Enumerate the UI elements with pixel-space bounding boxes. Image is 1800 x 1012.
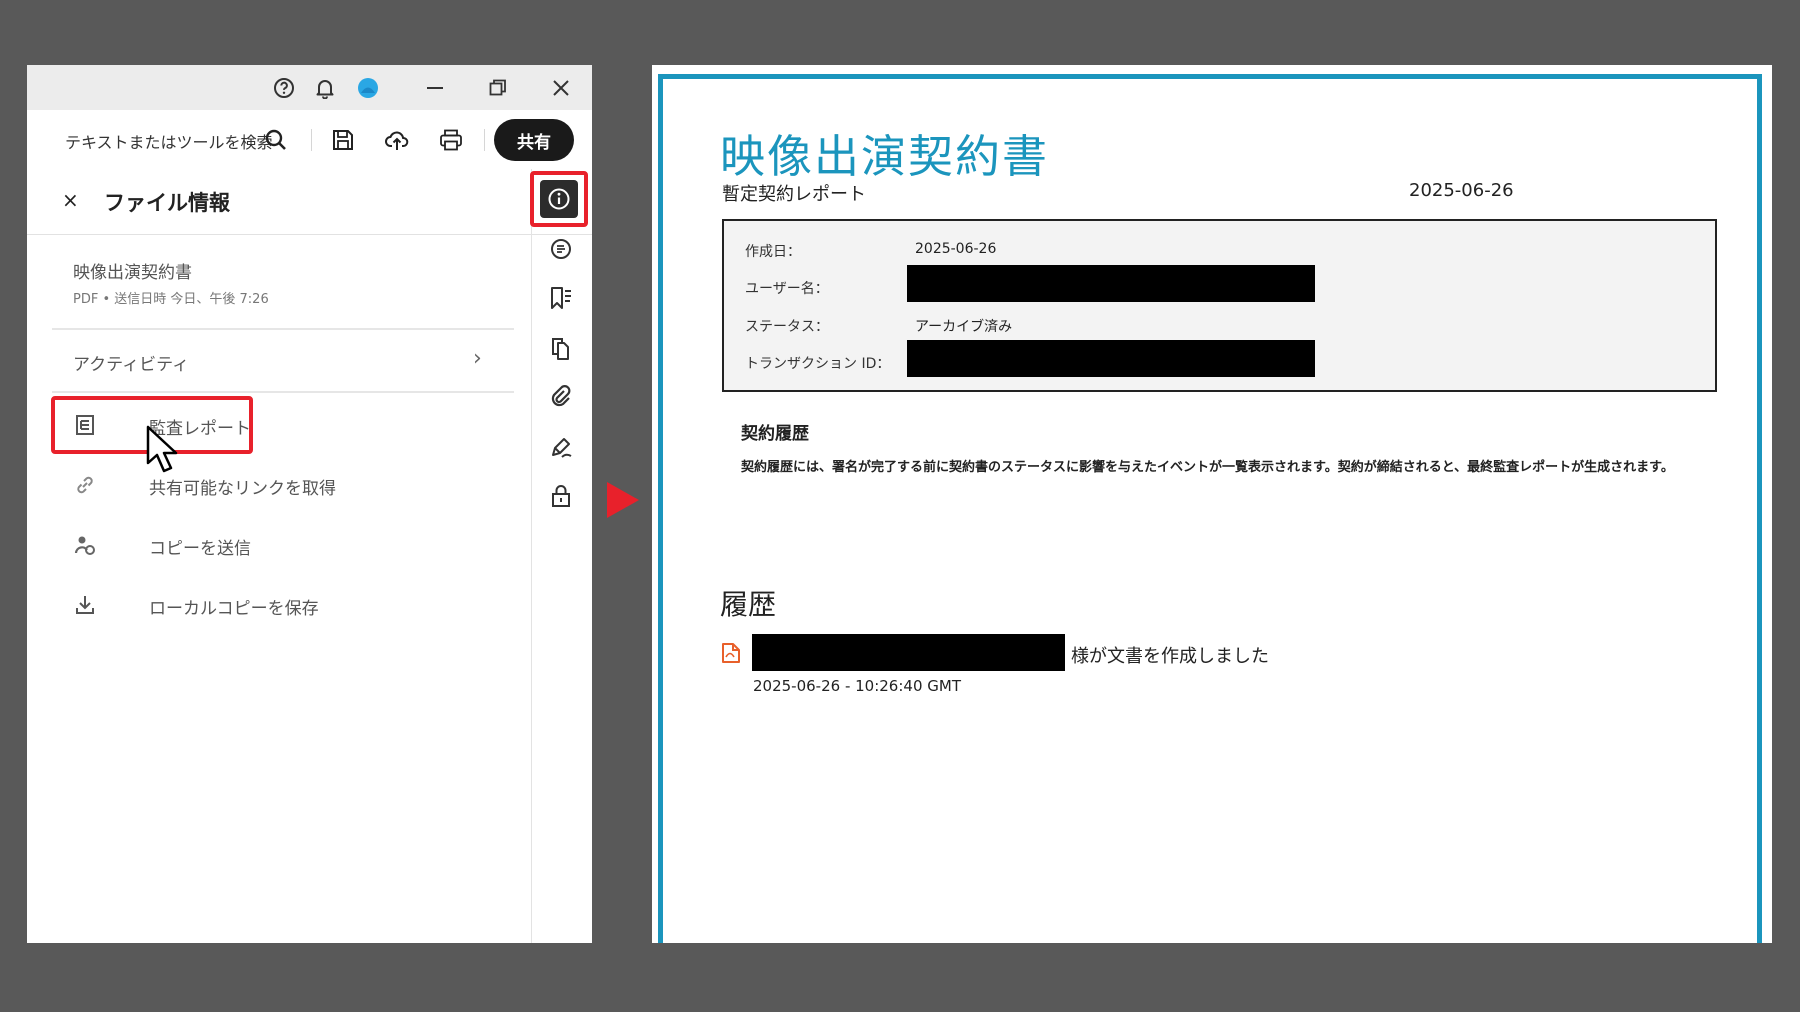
close-panel-button[interactable]: ×: [62, 188, 79, 212]
bell-icon[interactable]: [314, 77, 336, 99]
menu-item-label: コピーを送信: [149, 539, 251, 559]
document-subtitle: 暫定契約レポート: [722, 184, 866, 205]
audit-report-document: 映像出演契約書 暫定契約レポート 2025-06-26 作成日： 2025-06…: [652, 65, 1772, 943]
activity-row[interactable]: アクティビティ: [73, 350, 189, 375]
created-value: 2025-06-26: [915, 241, 997, 257]
download-icon: [76, 596, 94, 614]
contract-history-heading: 契約履歴: [741, 424, 809, 444]
cloud-upload-icon[interactable]: [384, 127, 410, 153]
menu-item-label: ローカルコピーを保存: [149, 599, 319, 619]
menu-item-save-local-copy[interactable]: ローカルコピーを保存: [73, 585, 493, 625]
status-value: アーカイブ済み: [915, 319, 1013, 335]
search-input[interactable]: テキストまたはツールを検索: [65, 129, 273, 153]
status-label: ステータス：: [745, 319, 829, 335]
created-label: 作成日：: [745, 244, 801, 260]
save-icon[interactable]: [330, 127, 356, 153]
history-event-time: 2025-06-26 - 10:26:40 GMT: [753, 677, 961, 695]
user-name-label: ユーザー名：: [745, 281, 829, 297]
panel-divider: [52, 328, 514, 330]
attachment-icon[interactable]: [547, 383, 575, 411]
menu-item-send-copy[interactable]: コピーを送信: [73, 525, 493, 565]
title-bar: [27, 65, 592, 110]
close-window-icon[interactable]: [550, 77, 572, 99]
app-window: テキストまたはツールを検索 共有 × ファイル情報 映像出演契約書 PDF • …: [27, 65, 592, 943]
help-icon[interactable]: [273, 77, 295, 99]
document-date: 2025-06-26: [1409, 180, 1514, 201]
arrow-right-icon: [607, 482, 639, 518]
restore-icon[interactable]: [487, 77, 509, 99]
user-avatar-icon[interactable]: [357, 77, 379, 99]
menu-item-label: 共有可能なリンクを取得: [149, 479, 336, 499]
search-icon[interactable]: [263, 127, 289, 153]
toolbar-divider: [311, 129, 312, 151]
transaction-id-label: トランザクション ID：: [745, 356, 891, 372]
redacted-creator-name: [752, 634, 1065, 671]
redacted-transaction-id: [907, 340, 1315, 377]
redacted-user-name: [907, 265, 1315, 302]
mouse-cursor-icon: [146, 425, 178, 473]
pages-icon[interactable]: [547, 334, 575, 362]
lock-icon[interactable]: [547, 482, 575, 510]
link-icon: [77, 476, 93, 494]
history-heading: 履歴: [720, 588, 777, 621]
document-name: 映像出演契約書: [73, 263, 192, 283]
send-copy-icon: [74, 536, 95, 555]
contract-history-body: 契約履歴には、署名が完了する前に契約書のステータスに影響を与えたイベントが一覧表…: [741, 460, 1674, 475]
history-event-text: 様が文書を作成しました: [1071, 646, 1269, 667]
minimize-icon[interactable]: [424, 77, 446, 99]
side-rail-divider: [531, 169, 532, 943]
file-info-button[interactable]: [540, 180, 578, 218]
document-meta: PDF • 送信日時 今日、午後 7:26: [73, 292, 269, 307]
document-info-box: 作成日： 2025-06-26 ユーザー名： ステータス： アーカイブ済み トラ…: [722, 219, 1717, 392]
fill-sign-icon[interactable]: [547, 433, 575, 461]
share-button[interactable]: 共有: [494, 119, 574, 161]
pdf-document-icon: [722, 643, 740, 663]
info-icon: [548, 188, 570, 210]
chevron-right-icon: ›: [473, 346, 482, 371]
menu-item-share-link[interactable]: 共有可能なリンクを取得: [73, 465, 493, 505]
panel-title: ファイル情報: [104, 191, 230, 215]
toolbar-divider: [484, 129, 485, 151]
panel-divider: [52, 391, 514, 393]
document-title: 映像出演契約書: [720, 130, 1050, 183]
comment-icon[interactable]: [547, 235, 575, 263]
print-icon[interactable]: [438, 127, 464, 153]
bookmark-list-icon[interactable]: [547, 284, 575, 312]
